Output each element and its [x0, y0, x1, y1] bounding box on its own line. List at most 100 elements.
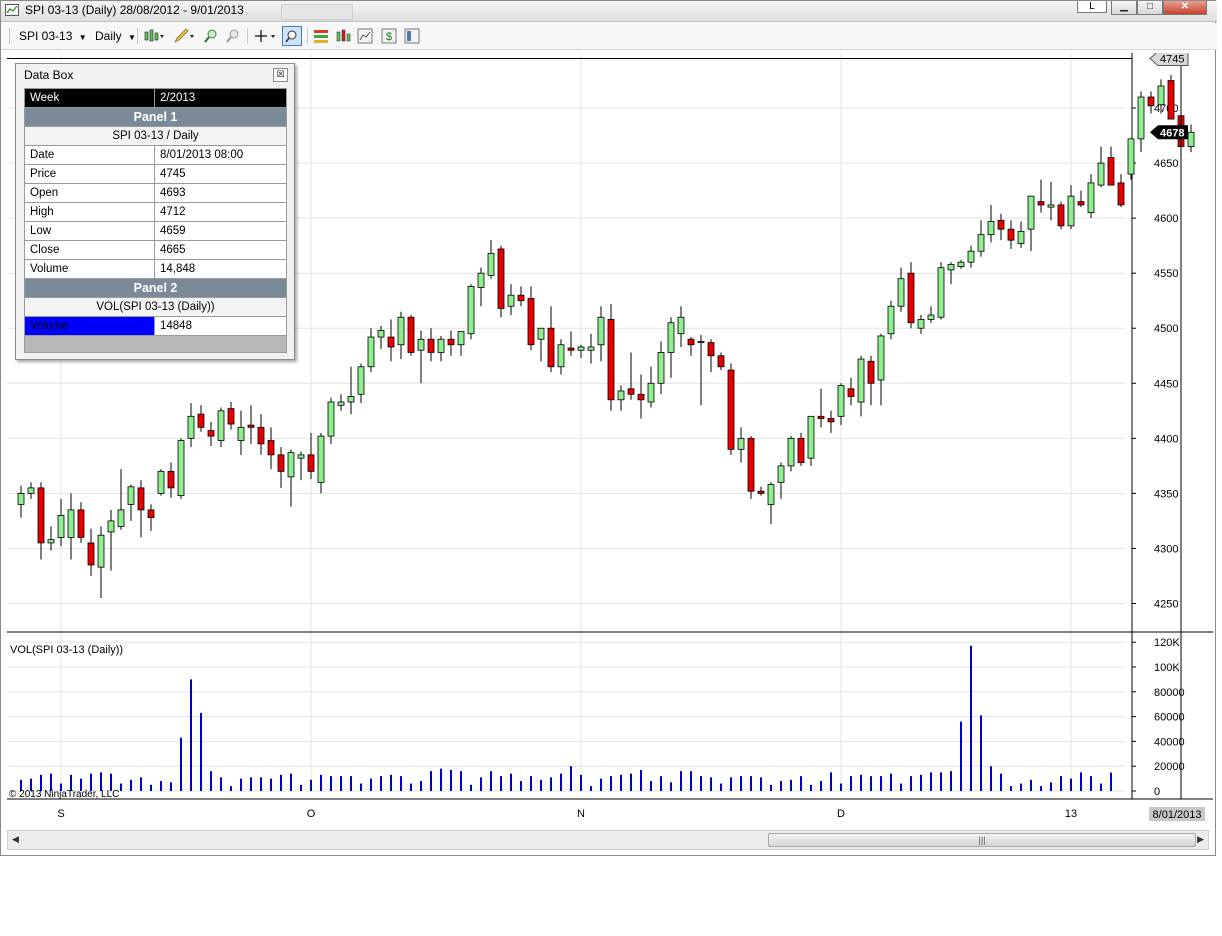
candle-down: [167, 470, 175, 489]
data-box-footer: [24, 335, 287, 353]
panel-1-header: Panel 1: [24, 107, 287, 127]
candle-down: [387, 336, 395, 348]
candle-up: [767, 484, 775, 505]
title-bar[interactable]: SPI 03-13 (Daily) 28/08/2012 - 9/01/2013…: [1, 1, 1217, 22]
week-row: Week 2/2013: [24, 88, 287, 108]
price-tick-label: 4650: [1154, 158, 1178, 170]
candle-up: [467, 286, 475, 335]
time-axis-label: O: [307, 808, 316, 820]
data-box-panel[interactable]: Data Box ☒ Week 2/2013 Panel 1 SPI 03-13…: [15, 63, 295, 360]
close-value: 4665: [154, 240, 287, 260]
horizontal-scrollbar[interactable]: ◀ ||| ▶: [7, 830, 1209, 850]
volume-tick-label: 60000: [1154, 712, 1185, 724]
minimize-button[interactable]: ▁: [1111, 1, 1137, 15]
candle-down: [407, 316, 415, 353]
candle-down: [547, 327, 555, 368]
close-button[interactable]: ✕: [1163, 1, 1207, 15]
candle-up: [777, 465, 785, 483]
drawing-pencil-icon[interactable]: [173, 28, 195, 44]
candle-down: [1107, 157, 1115, 186]
candle-down: [817, 415, 825, 419]
candle-up: [337, 401, 345, 406]
link-button[interactable]: L: [1077, 1, 1107, 13]
zoom-out-icon[interactable]: [225, 28, 241, 44]
candle-up: [157, 470, 165, 494]
close-icon[interactable]: ☒: [273, 68, 288, 82]
interval-label: Daily: [95, 29, 122, 43]
candle-down: [1077, 201, 1085, 206]
candle-up: [297, 454, 305, 459]
date-label: Date: [24, 145, 155, 165]
candle-up: [1157, 85, 1165, 106]
price-value: 4745: [154, 164, 287, 184]
vol-value: 14848: [154, 316, 287, 336]
data-box-title: Data Box: [24, 68, 74, 82]
scrollbar-thumb[interactable]: |||: [768, 833, 1196, 847]
vol-label: Volume: [24, 316, 155, 336]
zoom-in-icon[interactable]: [203, 28, 219, 44]
panel-2-indicator: VOL(SPI 03-13 (Daily)): [24, 297, 287, 317]
data-box-icon[interactable]: [282, 26, 302, 46]
candle-down: [1167, 80, 1175, 120]
chart-window: SPI 03-13 (Daily) 28/08/2012 - 9/01/2013…: [0, 0, 1217, 856]
svg-text:$: $: [386, 31, 392, 43]
candle-up: [187, 415, 195, 439]
interval-selector[interactable]: Daily ▼: [95, 27, 136, 45]
candle-up: [1127, 138, 1135, 175]
scroll-left-icon[interactable]: ◀: [12, 834, 19, 845]
candle-down: [607, 319, 615, 401]
candle-down: [1057, 204, 1065, 227]
dollar-icon[interactable]: $: [381, 28, 397, 44]
volume-tick-label: 80000: [1154, 687, 1185, 699]
candle-up: [857, 358, 865, 403]
candle-up: [917, 319, 925, 329]
candle-up: [127, 486, 135, 505]
candle-down: [707, 342, 715, 357]
candle-up: [1047, 204, 1055, 208]
scroll-right-icon[interactable]: ▶: [1197, 834, 1204, 845]
candle-up: [787, 437, 795, 467]
candle-up: [437, 338, 445, 353]
chart-trader-icon[interactable]: [357, 28, 373, 44]
instrument-label: SPI 03-13: [19, 29, 73, 43]
candle-up: [647, 382, 655, 403]
chevron-down-icon: ▼: [128, 33, 136, 42]
indicators-icon[interactable]: [335, 28, 351, 44]
candle-down: [907, 272, 915, 324]
candle-up: [697, 341, 705, 343]
chart-style-icon[interactable]: [143, 28, 165, 44]
candle-down: [567, 347, 575, 351]
price-tick-label: 4350: [1154, 488, 1178, 500]
candle-down: [637, 393, 645, 401]
candle-up: [957, 261, 965, 267]
strategy-icon[interactable]: [313, 28, 329, 44]
candle-up: [1097, 162, 1105, 186]
candle-up: [327, 401, 335, 437]
toolbar-separator: [307, 28, 308, 44]
candle-up: [347, 396, 355, 403]
chart-toolbar: SPI 03-13 ▼ Daily ▼ $: [1, 23, 1217, 50]
candle-down: [247, 424, 255, 428]
high-label: High: [24, 202, 155, 222]
candle-down: [527, 298, 535, 346]
candle-up: [807, 415, 815, 459]
properties-icon[interactable]: [404, 28, 420, 44]
candle-up: [597, 316, 605, 346]
candle-up: [617, 390, 625, 401]
candle-up: [1087, 182, 1095, 214]
crosshair-icon[interactable]: [253, 28, 277, 44]
low-value: 4659: [154, 221, 287, 241]
candle-up: [1027, 195, 1035, 230]
open-value: 4693: [154, 183, 287, 203]
instrument-selector[interactable]: SPI 03-13 ▼: [19, 27, 87, 45]
panel-1-instrument: SPI 03-13 / Daily: [24, 126, 287, 146]
candle-up: [217, 410, 225, 441]
maximize-button[interactable]: □: [1137, 1, 1163, 15]
candle-down: [257, 426, 265, 445]
candle-down: [727, 369, 735, 450]
candle-up: [357, 366, 365, 395]
window-title: SPI 03-13 (Daily) 28/08/2012 - 9/01/2013: [25, 3, 244, 17]
candle-down: [447, 338, 455, 346]
candle-up: [577, 346, 585, 351]
candle-down: [267, 440, 275, 456]
